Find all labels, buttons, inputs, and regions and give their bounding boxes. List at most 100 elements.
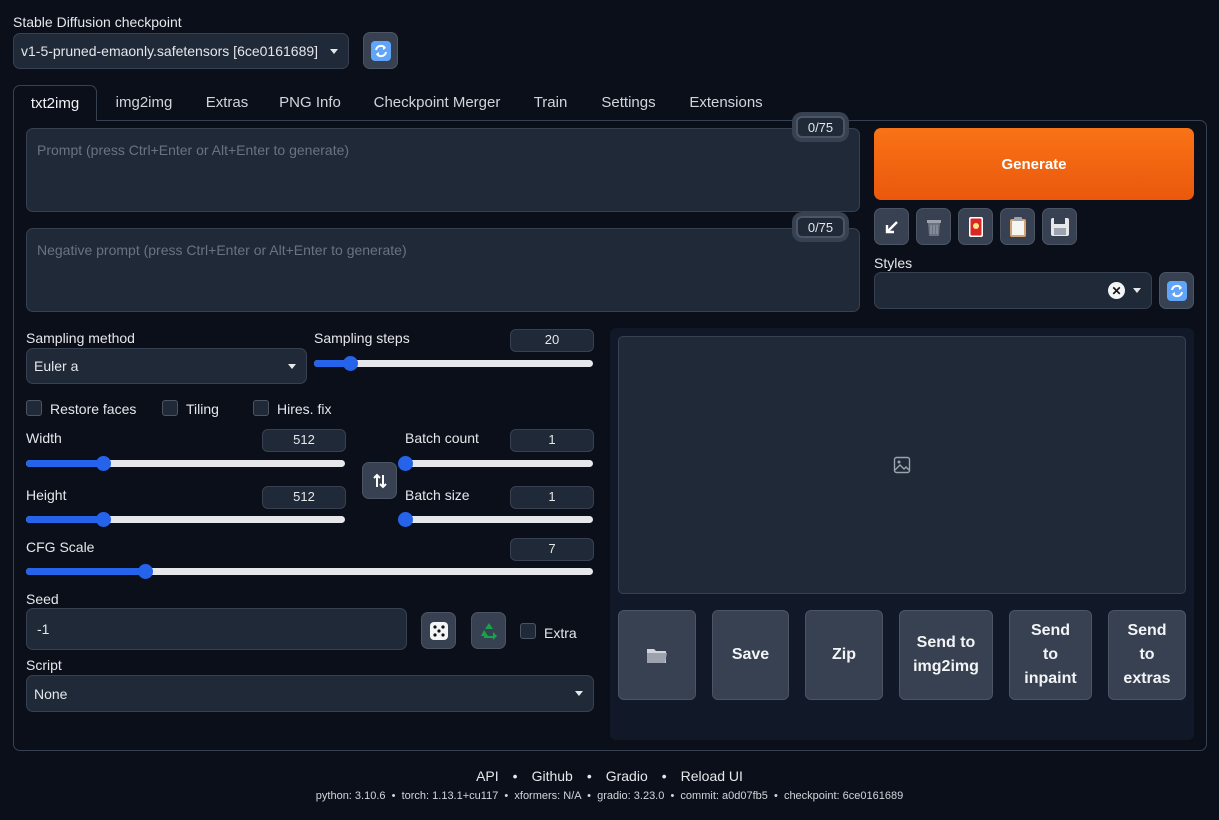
cfg-scale-input[interactable]: 7 [510,538,594,561]
swap-dimensions-button[interactable] [362,462,397,499]
width-slider[interactable] [26,452,345,476]
hires-fix-label: Hires. fix [277,401,332,417]
hires-fix-checkbox[interactable] [253,400,269,416]
chevron-down-icon [1133,288,1141,293]
batch-size-slider[interactable] [398,508,593,532]
slider-track [405,516,593,523]
sampling-steps-input[interactable]: 20 [510,329,594,352]
tab-img2img[interactable]: img2img [104,85,184,119]
separator: • [512,768,518,784]
sampling-method-value: Euler a [34,358,79,374]
prompt-placeholder: Prompt (press Ctrl+Enter or Alt+Enter to… [37,142,350,158]
checkpoint-dropdown[interactable]: v1-5-pruned-emaonly.safetensors [6ce0161… [13,33,349,69]
slider-thumb[interactable] [95,512,111,527]
script-value: None [34,685,68,702]
cfg-scale-slider[interactable] [26,560,593,584]
height-label: Height [26,487,67,503]
negative-prompt-placeholder: Negative prompt (press Ctrl+Enter or Alt… [37,242,407,258]
slider-thumb[interactable] [398,456,413,471]
clipboard-icon [1009,216,1026,237]
sampling-steps-label: Sampling steps [314,330,410,346]
api-link[interactable]: API [476,768,499,784]
script-label: Script [26,657,62,673]
clear-prompt-button[interactable] [916,208,951,245]
separator: • [586,768,592,784]
slider-fill [26,460,103,467]
slider-thumb[interactable] [343,356,359,371]
checkpoint-label: Stable Diffusion checkpoint [13,14,182,30]
send-to-extras-button[interactable]: Send to extras [1108,610,1186,700]
height-slider[interactable] [26,508,345,532]
random-seed-button[interactable] [421,612,456,649]
image-icon [893,456,911,474]
styles-dropdown[interactable]: ✕ [874,272,1152,309]
apply-style-button[interactable] [1000,208,1035,245]
open-folder-button[interactable] [618,610,696,700]
recycle-icon [480,622,497,640]
tab-extensions[interactable]: Extensions [680,85,772,119]
gradio-link[interactable]: Gradio [606,768,648,784]
extra-networks-button[interactable] [958,208,993,245]
height-input[interactable]: 512 [262,486,346,509]
width-label: Width [26,430,62,446]
generate-button[interactable]: Generate [874,128,1194,200]
refresh-styles-button[interactable] [1159,272,1194,309]
tiling-checkbox[interactable] [162,400,178,416]
batch-count-label: Batch count [405,430,479,446]
refresh-icon [370,40,391,61]
seed-value: -1 [37,621,50,637]
folder-icon [647,649,667,663]
footer-links: API • Github • Gradio • Reload UI [0,768,1219,784]
github-link[interactable]: Github [532,768,573,784]
slider-thumb[interactable] [398,512,413,527]
script-dropdown[interactable]: None [26,675,594,712]
read-params-button[interactable] [874,208,909,245]
clear-icon[interactable]: ✕ [1108,282,1125,299]
negative-prompt-input[interactable]: Negative prompt (press Ctrl+Enter or Alt… [26,228,860,312]
batch-size-input[interactable]: 1 [510,486,594,509]
send-to-inpaint-button[interactable]: Send to inpaint [1009,610,1092,700]
reuse-seed-button[interactable] [471,612,506,649]
card-icon [968,216,983,237]
sampling-method-dropdown[interactable]: Euler a [26,348,307,384]
separator: • [661,768,667,784]
extra-seed-label: Extra [544,625,577,641]
batch-count-input[interactable]: 1 [510,429,594,452]
sampling-steps-slider[interactable] [314,352,593,376]
restore-faces-label: Restore faces [50,401,137,417]
tab-checkpoint-merger[interactable]: Checkpoint Merger [362,85,512,119]
extra-seed-checkbox[interactable] [520,623,536,639]
save-button[interactable]: Save [712,610,789,700]
width-input[interactable]: 512 [262,429,346,452]
restore-faces-checkbox[interactable] [26,400,42,416]
tab-settings[interactable]: Settings [589,85,668,119]
tab-txt2img[interactable]: txt2img [13,85,97,121]
slider-fill [26,568,146,575]
prompt-token-counter: 0/75 [796,116,845,138]
reload-ui-link[interactable]: Reload UI [681,768,743,784]
arrow-down-left-icon [885,220,898,233]
refresh-checkpoint-button[interactable] [363,32,398,69]
zip-button[interactable]: Zip [805,610,883,700]
checkpoint-value: v1-5-pruned-emaonly.safetensors [6ce0161… [21,43,319,59]
tab-train[interactable]: Train [524,85,577,119]
chevron-down-icon [330,48,338,54]
styles-label: Styles [874,255,913,271]
negative-prompt-token-counter: 0/75 [796,216,845,238]
slider-track [405,460,593,467]
trash-icon [926,219,941,236]
tab-png-info[interactable]: PNG Info [270,85,350,119]
save-style-button[interactable] [1042,208,1077,245]
prompt-input[interactable]: Prompt (press Ctrl+Enter or Alt+Enter to… [26,128,860,212]
slider-thumb[interactable] [138,564,154,579]
slider-fill [26,516,103,523]
swap-arrows-icon [372,473,387,488]
batch-count-slider[interactable] [398,452,593,476]
seed-input[interactable]: -1 [26,608,407,650]
slider-thumb[interactable] [95,456,111,471]
tab-extras[interactable]: Extras [196,85,258,119]
image-output[interactable] [618,336,1186,594]
chevron-down-icon [575,691,583,696]
send-to-img2img-button[interactable]: Send to img2img [899,610,993,700]
sampling-method-label: Sampling method [26,330,135,346]
